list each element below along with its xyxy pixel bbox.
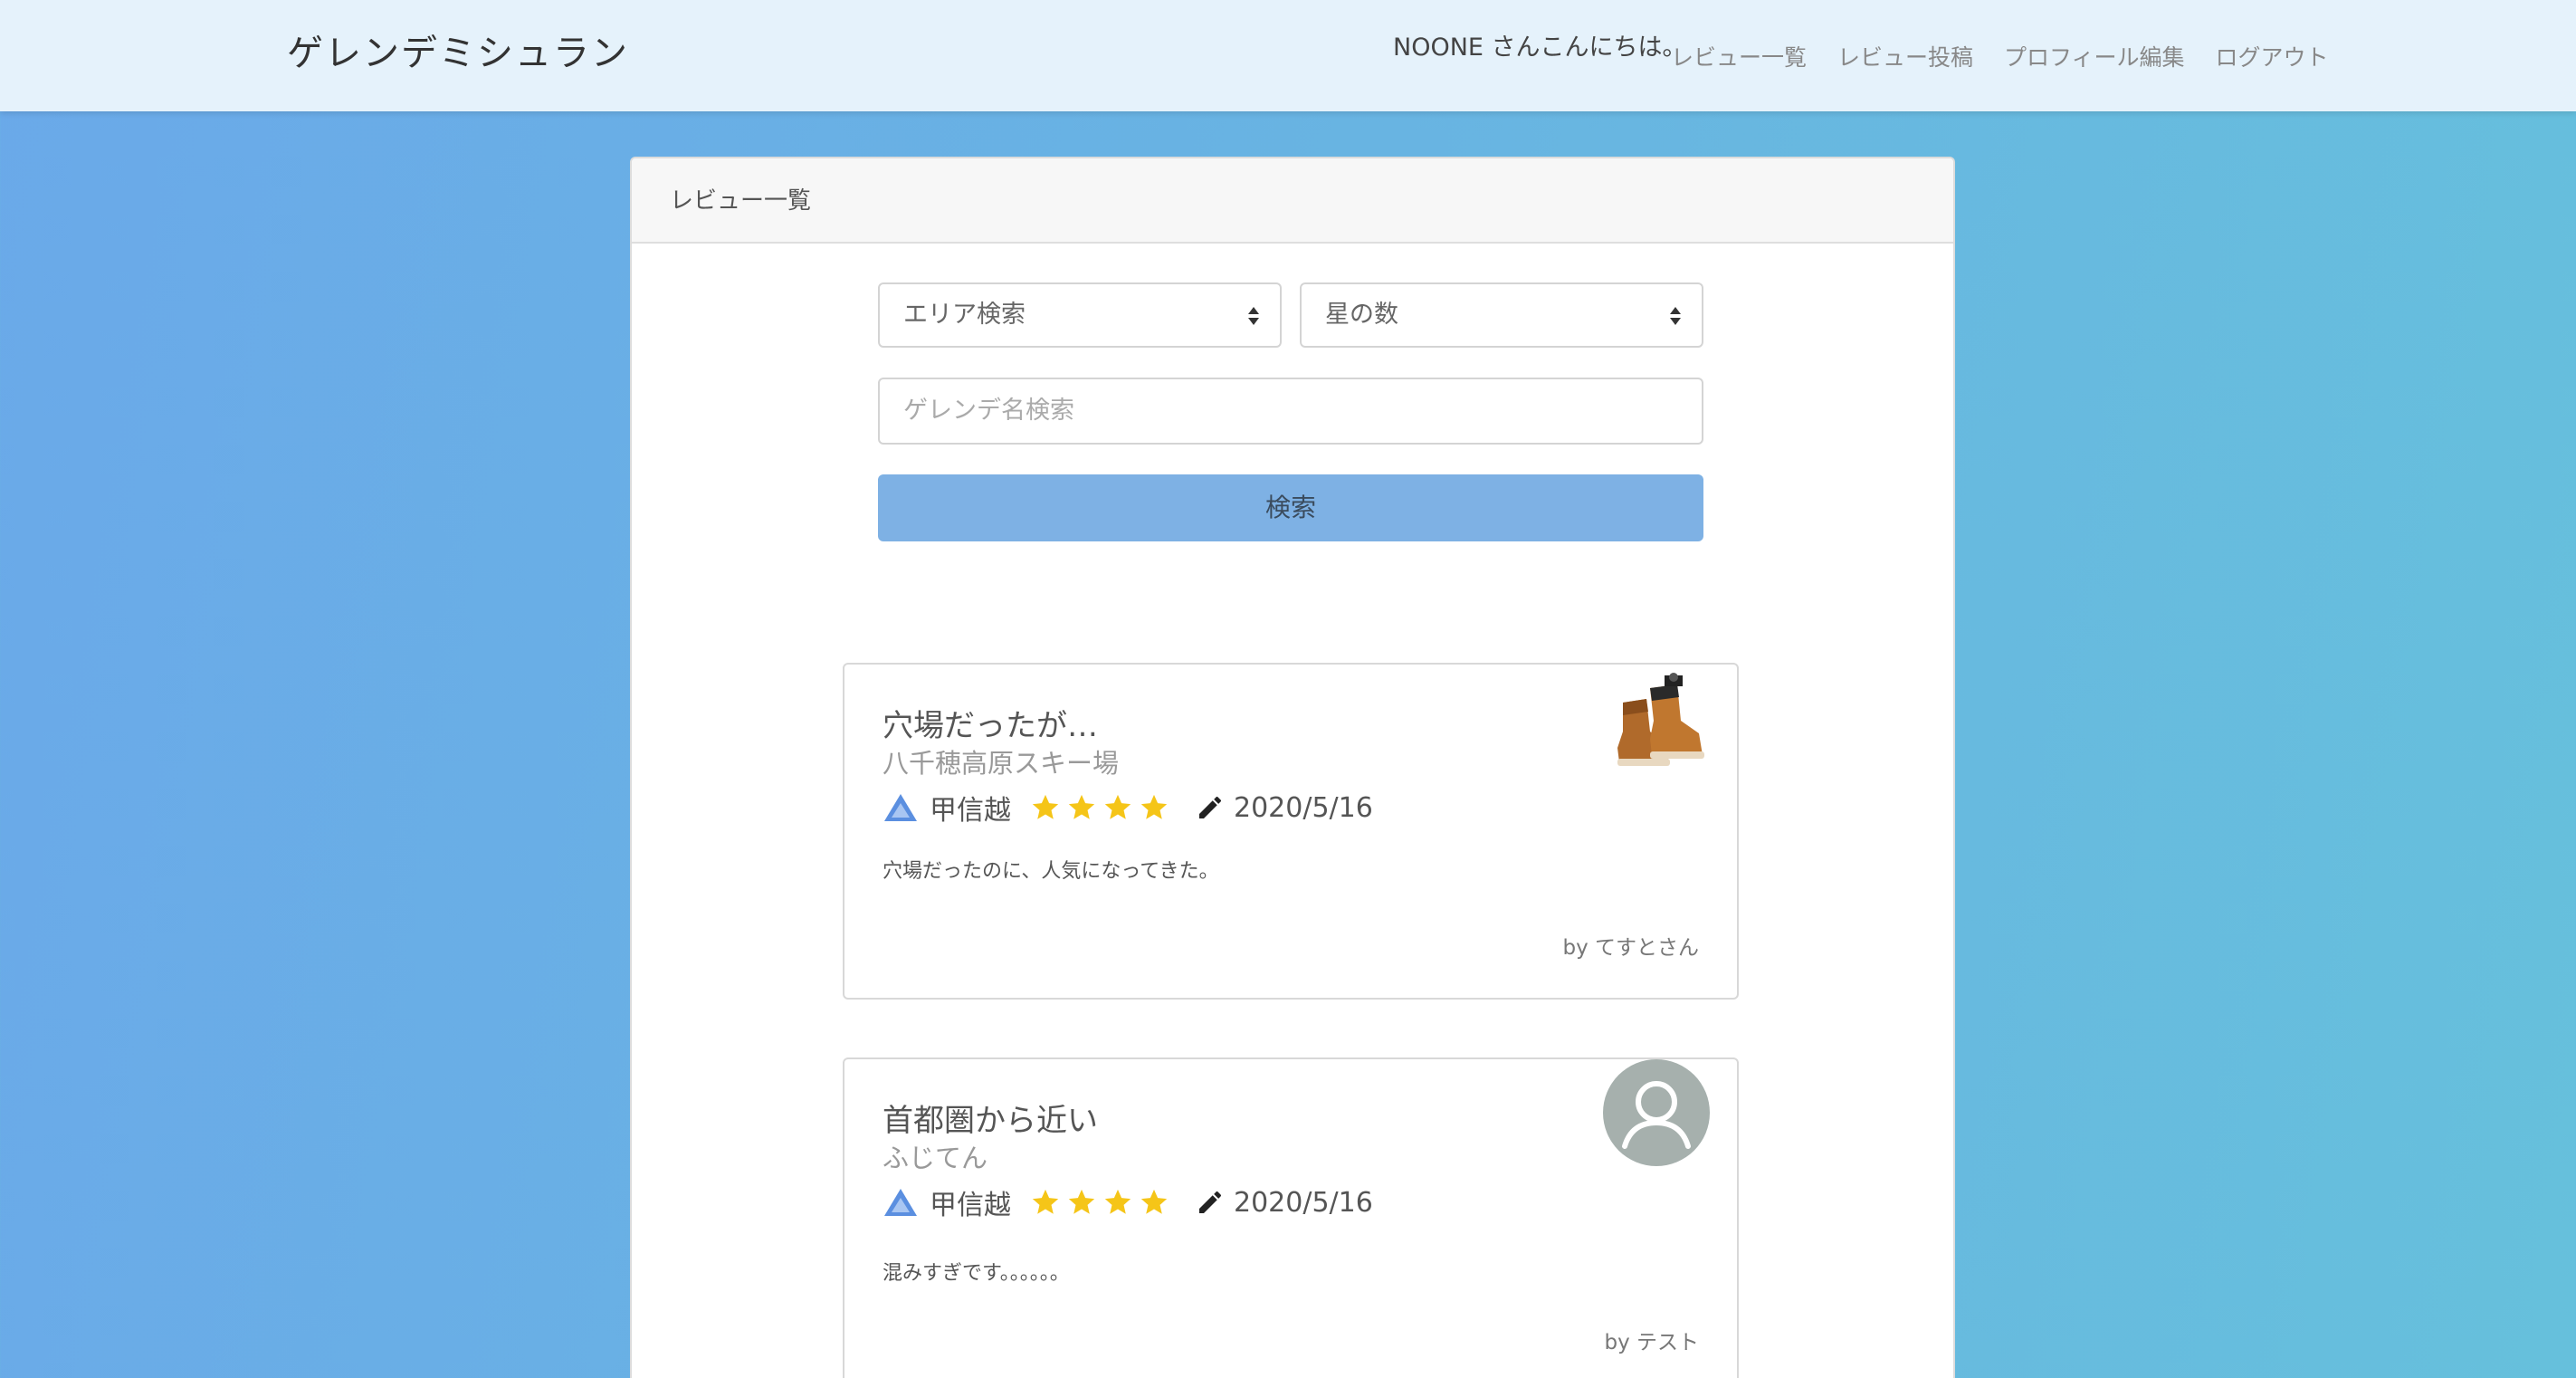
resort-name: 八千穂高原スキー場: [883, 748, 1120, 779]
area-label: 甲信越: [930, 795, 1011, 827]
star-select-value: 星の数: [1325, 301, 1398, 329]
user-greeting: NOONE さんこんにちは。: [1393, 33, 1687, 62]
review-list-panel: レビュー一覧 エリア検索 星の数 ゲレンデ名検索 検索 穴場だったが… 八千穂高…: [630, 157, 1955, 1378]
star-icon: [1140, 1189, 1168, 1214]
nav-links: レビュー一覧 レビュー投稿 プロフィール編集 ログアウト: [1671, 40, 2329, 72]
star-icon: [1032, 1189, 1059, 1214]
boots-photo: [1610, 668, 1710, 777]
review-author: by てすとさん: [1562, 936, 1699, 960]
review-card[interactable]: 首都圏から近い ふじてん 甲信越 2020/5/16 混みすぎです。。。。。。 …: [843, 1057, 1739, 1378]
star-icon: [1140, 794, 1168, 819]
star-icon: [1032, 794, 1059, 819]
area-select[interactable]: エリア検索: [878, 282, 1282, 348]
user-avatar-icon: [1603, 1059, 1710, 1166]
review-title: 首都圏から近い: [883, 1103, 1098, 1139]
review-date: 2020/5/16: [1234, 1186, 1373, 1219]
review-meta: 甲信越 2020/5/16: [883, 788, 1373, 828]
review-author: by テスト: [1604, 1331, 1699, 1354]
brand-logo[interactable]: ゲレンデミシュラン: [287, 24, 629, 76]
star-icon: [1068, 1189, 1095, 1214]
area-select-value: エリア検索: [903, 301, 1026, 329]
pencil-icon: [1199, 1191, 1222, 1213]
resort-name-search-input[interactable]: ゲレンデ名検索: [878, 378, 1703, 445]
mountain-icon: [884, 1189, 917, 1216]
star-icon: [1104, 794, 1131, 819]
navbar: ゲレンデミシュラン NOONE さんこんにちは。 レビュー一覧 レビュー投稿 プ…: [0, 0, 2576, 111]
review-body: 穴場だったのに、人気になってきた。: [883, 860, 1219, 883]
review-date: 2020/5/16: [1234, 791, 1373, 824]
nav-link-logout[interactable]: ログアウト: [2216, 40, 2329, 72]
star-icon: [1104, 1189, 1131, 1214]
star-rating: [1029, 1187, 1170, 1218]
search-input-placeholder: ゲレンデ名検索: [903, 397, 1074, 425]
pencil-icon: [1199, 796, 1222, 818]
select-arrows-icon: [1670, 307, 1681, 325]
star-icon: [1068, 794, 1095, 819]
review-card[interactable]: 穴場だったが… 八千穂高原スキー場 甲信越 2020/5/16 穴場だったのに、…: [843, 663, 1739, 1000]
resort-name: ふじてん: [883, 1143, 988, 1173]
nav-link-review-list[interactable]: レビュー一覧: [1671, 40, 1807, 72]
review-meta: 甲信越 2020/5/16: [883, 1182, 1373, 1222]
nav-link-post-review[interactable]: レビュー投稿: [1837, 40, 1973, 72]
search-button[interactable]: 検索: [878, 474, 1703, 541]
area-label: 甲信越: [930, 1190, 1011, 1221]
mountain-icon: [884, 794, 917, 821]
review-title: 穴場だったが…: [883, 708, 1098, 744]
select-arrows-icon: [1248, 307, 1259, 325]
star-rating: [1029, 792, 1170, 823]
panel-title: レビュー一覧: [632, 158, 1953, 244]
nav-link-edit-profile[interactable]: プロフィール編集: [2004, 40, 2185, 72]
review-body: 混みすぎです。。。。。。: [883, 1262, 1070, 1285]
star-count-select[interactable]: 星の数: [1300, 282, 1703, 348]
